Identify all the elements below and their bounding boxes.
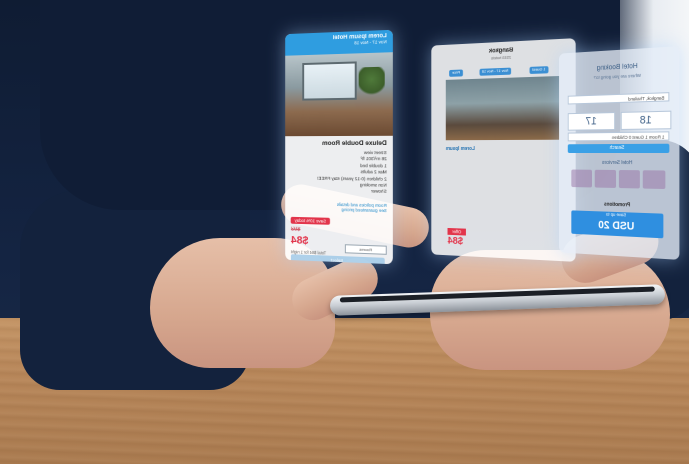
room-photo	[285, 52, 393, 137]
amenity-item: Shower	[291, 188, 387, 196]
quantity-select[interactable]: Rooms	[344, 244, 387, 255]
hologram-listing-card: Bangkok 2533 hotels Price Nov 17 - Nov 1…	[431, 38, 576, 262]
offer-badge: Save 10% today	[290, 216, 330, 225]
destination-field[interactable]: Bangkok, Thailand	[567, 92, 670, 105]
filter-chip[interactable]: Price	[449, 69, 463, 77]
checkout-date[interactable]: 18	[620, 110, 672, 130]
services-label: Hotel Services	[601, 159, 633, 167]
service-tile[interactable]	[594, 169, 616, 188]
filter-chip[interactable]: Nov 17 - Nov 18	[479, 67, 512, 76]
promotions-label: Promotions	[604, 201, 631, 209]
promo-amount: USD 20	[598, 219, 635, 233]
service-tile[interactable]	[618, 170, 641, 189]
services-tiles	[571, 169, 666, 190]
promo-banner[interactable]: Save up to USD 20	[571, 210, 664, 239]
room-policies-link[interactable]: Room policies and details See guaranteed…	[291, 201, 387, 214]
filter-chip[interactable]: 1 Guest	[529, 66, 549, 74]
hologram-hotel-card: Lorem Ipsum Hotel Nov 17 - Nov 18 Deluxe…	[285, 29, 393, 265]
listing-title[interactable]: Lorem Ipsum	[446, 146, 475, 152]
service-tile[interactable]	[571, 169, 592, 188]
guests-field[interactable]: 1 Room 1 Guest 0 Children	[567, 131, 670, 142]
hologram-booking-card: Hotel Booking Where are you going to? Ba…	[558, 46, 680, 260]
search-button[interactable]: Search	[567, 143, 670, 153]
listing-price: $84	[447, 235, 463, 248]
room-link-text-2[interactable]: See guaranteed pricing	[291, 206, 387, 214]
service-tile[interactable]	[643, 170, 666, 190]
listing-badge: Offer	[447, 227, 466, 236]
amenities-list: Street view 28 m²/301 ft² 1 double bed M…	[291, 150, 393, 196]
room-title: Deluxe Double Room	[322, 139, 387, 147]
price-old: $93	[290, 226, 301, 233]
room-plant	[358, 66, 385, 98]
room-window	[302, 61, 357, 101]
checkin-date[interactable]: 17	[567, 112, 616, 131]
booking-subtitle: Where are you going to?	[593, 72, 641, 81]
listing-photo	[445, 75, 560, 141]
price-new: $84	[290, 234, 309, 247]
